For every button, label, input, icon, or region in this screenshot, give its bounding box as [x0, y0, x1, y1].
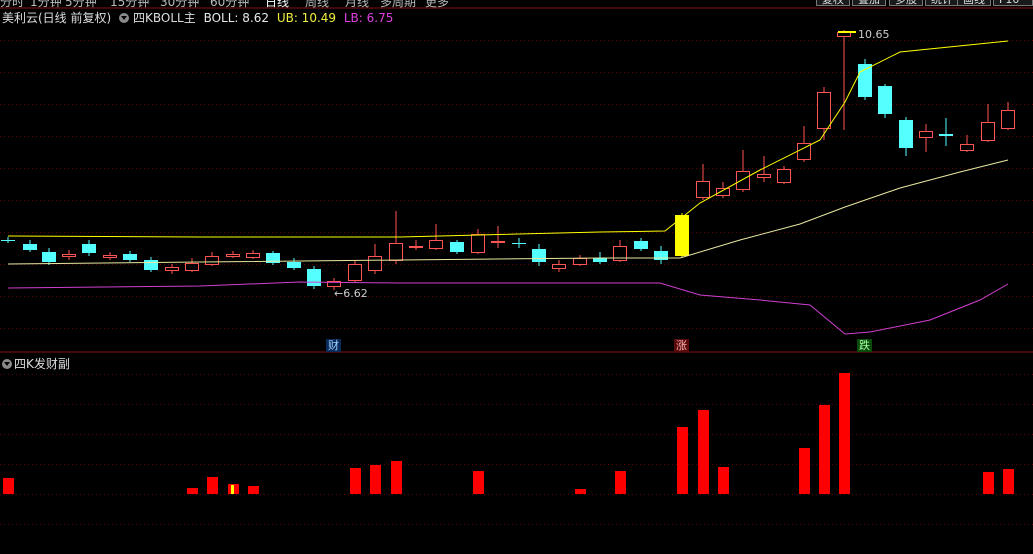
- candle-body-8: [165, 267, 179, 271]
- volume-bar-11: [677, 427, 688, 494]
- volume-bar-4: [248, 486, 259, 494]
- candle-body-3: [62, 254, 76, 257]
- candle-body-2: [42, 252, 56, 262]
- candle-body-31: [634, 241, 648, 249]
- candle-body-19: [389, 243, 403, 261]
- boll-lower-line: [7, 281, 1009, 335]
- candle-body-21: [429, 240, 443, 249]
- volume-bar-15: [819, 405, 830, 494]
- candle-body-35: [716, 188, 730, 196]
- candle-body-44: [899, 120, 913, 148]
- candle-body-34: [696, 181, 710, 198]
- volume-bar-14: [799, 448, 810, 494]
- volume-bar-6: [370, 465, 381, 494]
- candle-body-32: [654, 251, 668, 260]
- marker-die[interactable]: 跌: [857, 339, 872, 352]
- marker-zhang[interactable]: 涨: [674, 339, 689, 352]
- candle-body-0: [1, 240, 15, 241]
- volume-bar-8: [473, 471, 484, 494]
- left-arrow-icon: ←: [334, 287, 344, 300]
- candle-body-40: [817, 92, 831, 129]
- candle-body-18: [368, 256, 382, 271]
- candle-body-14: [287, 262, 301, 268]
- candle-body-36: [736, 171, 750, 190]
- boll-mid-line: [7, 159, 1009, 265]
- candle-body-45: [919, 131, 933, 138]
- candle-body-38: [777, 169, 791, 183]
- candle-body-23: [471, 234, 485, 253]
- volume-bar-10: [615, 471, 626, 494]
- candle-body-1: [23, 244, 37, 250]
- volume-bar-7: [391, 461, 402, 494]
- marker-cai[interactable]: 财: [326, 339, 341, 352]
- candle-body-41: [837, 32, 851, 37]
- sub-indicator-dropdown-icon[interactable]: [2, 359, 12, 369]
- candle-body-5: [103, 255, 117, 258]
- volume-bar-18: [1003, 469, 1014, 494]
- volume-bar-2: [207, 477, 218, 494]
- candle-body-49: [1001, 110, 1015, 129]
- candle-body-10: [205, 256, 219, 265]
- candle-body-25: [512, 243, 526, 244]
- candle-body-9: [185, 263, 199, 271]
- sub-legend: 四K发财副: [2, 355, 70, 371]
- candle-body-12: [246, 253, 260, 258]
- candle-body-17: [348, 264, 362, 281]
- volume-bar-highlight: [231, 485, 234, 494]
- candle-body-4: [82, 244, 96, 253]
- volume-bar-13: [718, 467, 729, 494]
- candle-body-26: [532, 249, 546, 262]
- low-price-label: ←6.62: [334, 287, 368, 300]
- volume-bar-17: [983, 472, 994, 494]
- candle-body-37: [757, 174, 771, 178]
- volume-bar-0: [3, 478, 14, 494]
- volume-bar-16: [839, 373, 850, 494]
- kline-chart[interactable]: [0, 0, 1033, 554]
- volume-bar-12: [698, 410, 709, 494]
- candle-body-22: [450, 242, 464, 252]
- candle-body-43: [878, 86, 892, 114]
- candle-body-24: [491, 241, 505, 243]
- candle-body-29: [593, 258, 607, 262]
- candle-body-11: [226, 254, 240, 257]
- candle-body-48: [981, 122, 995, 141]
- candle-body-28: [573, 258, 587, 265]
- low-price-value: 6.62: [343, 287, 368, 300]
- high-price-label: 10.65: [858, 28, 890, 41]
- candle-body-46: [939, 134, 953, 136]
- candle-body-15: [307, 269, 321, 286]
- candle-body-6: [123, 254, 137, 260]
- candle-body-47: [960, 144, 974, 151]
- volume-bar-9: [575, 489, 586, 494]
- candle-body-27: [552, 264, 566, 269]
- volume-bar-1: [187, 488, 198, 494]
- volume-bar-5: [350, 468, 361, 494]
- candle-body-20: [409, 246, 423, 248]
- sub-indicator-name[interactable]: 四K发财副: [14, 357, 70, 371]
- candle-body-7: [144, 260, 158, 270]
